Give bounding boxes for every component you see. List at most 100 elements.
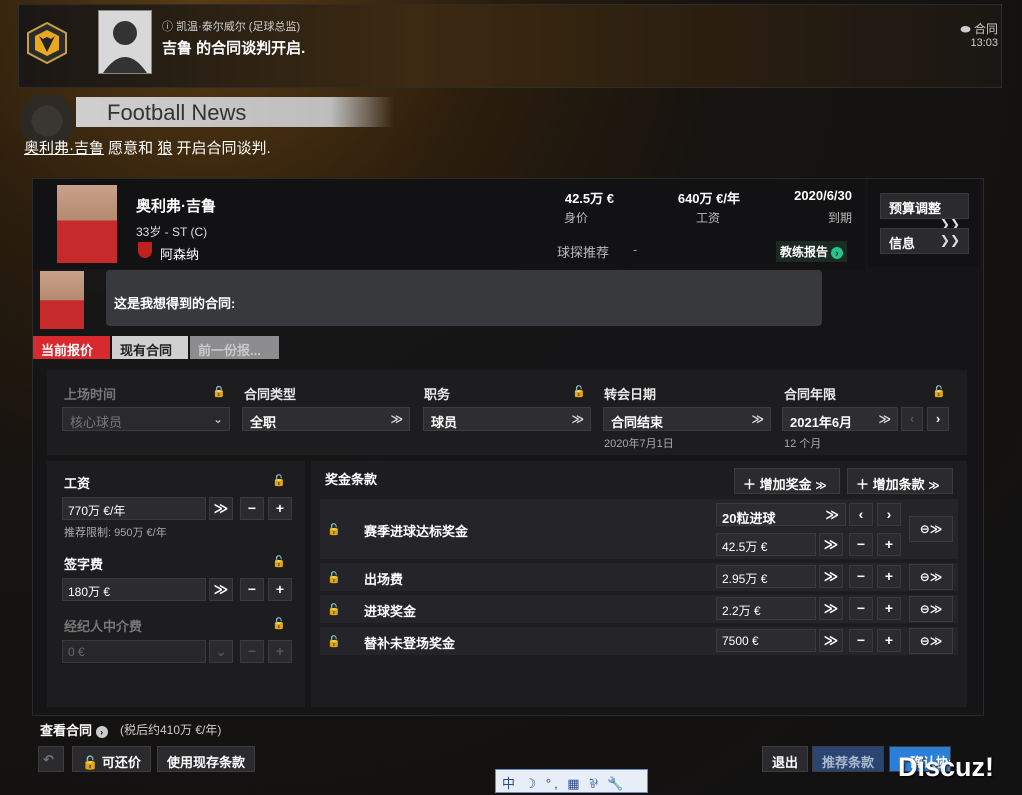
- recommend-terms-button[interactable]: 推荐条款: [812, 746, 885, 772]
- chevron-right-icon: ›: [831, 246, 844, 259]
- message-type: ⬬ 合同: [960, 20, 998, 37]
- agent-message: 这是我想得到的合同:: [114, 296, 236, 311]
- chevron-down-icon: ❯❯: [939, 233, 960, 247]
- bonus-increase-button[interactable]: +: [877, 533, 901, 556]
- unlock-icon[interactable]: 🔓: [327, 523, 341, 536]
- role-value: 球员: [431, 415, 458, 430]
- bonus-value-input[interactable]: 2.2万 €: [716, 597, 816, 620]
- tab-existing-contract[interactable]: 现有合同: [112, 336, 188, 359]
- player-wage-label: 工资: [695, 211, 720, 225]
- negotiable-button[interactable]: 🔓 可还价: [72, 746, 151, 772]
- unlock-icon[interactable]: 🔓: [272, 474, 286, 487]
- view-contract-label: 查看合同: [40, 723, 93, 738]
- next-length-button[interactable]: ›: [927, 407, 949, 431]
- remove-bonus-button[interactable]: ⊖≫: [909, 596, 953, 622]
- ime-toolbar[interactable]: 中 ☽ °, ▦ ⅌ 🔧: [495, 769, 648, 793]
- add-bonus-button[interactable]: ＋ 增加奖金 ≫: [734, 468, 840, 494]
- bonus-dropdown-button[interactable]: ≫: [819, 565, 843, 588]
- message-headline: 吉鲁 的合同谈判开启.: [162, 40, 306, 57]
- wage-decrease-button[interactable]: −: [240, 497, 264, 520]
- contract-type-label: 合同类型: [244, 387, 297, 402]
- message-sender: ⓘ 凯温·泰尔威尔 (足球总监): [162, 21, 301, 33]
- unlock-icon: 🔓: [272, 618, 286, 630]
- tab-current-offer[interactable]: 当前报价: [33, 336, 110, 359]
- use-existing-terms-button[interactable]: 使用现存条款: [157, 746, 256, 772]
- bonus-decrease-button[interactable]: −: [849, 597, 873, 620]
- contract-expiry-label: 到期: [827, 211, 852, 225]
- wage-input[interactable]: 770万 €/年: [62, 497, 206, 520]
- player-name[interactable]: 奥利弗·吉鲁: [136, 195, 216, 216]
- scout-recommendation-label: 球探推荐: [557, 245, 610, 260]
- player-club[interactable]: 阿森纳: [160, 244, 199, 263]
- signing-fee-label: 签字费: [64, 557, 104, 572]
- remove-bonus-button[interactable]: ⊖≫: [909, 516, 953, 542]
- contract-length-sub: 12 个月: [784, 438, 822, 450]
- bonus-decrease-button[interactable]: −: [849, 533, 873, 556]
- next-goals-button[interactable]: ›: [877, 503, 901, 526]
- player-wage: 640万 €/年: [677, 191, 740, 206]
- contract-length-select[interactable]: 2021年6月 ≫: [782, 407, 898, 431]
- bonus-dropdown-button[interactable]: ≫: [819, 629, 843, 652]
- unlock-icon[interactable]: 🔓: [272, 555, 286, 568]
- signing-fee-decrease-button[interactable]: −: [240, 578, 264, 601]
- watermark: Discuz!: [898, 752, 995, 782]
- agent-fee-input: 0 €: [62, 640, 206, 663]
- unlock-icon[interactable]: 🔓: [572, 385, 586, 398]
- goals-target-select[interactable]: 20粒进球 ≫: [716, 503, 846, 526]
- bonus-value-input[interactable]: 7500 €: [716, 629, 816, 652]
- chevron-right-icon: ›: [95, 726, 108, 738]
- wolves-crest-icon: [27, 22, 67, 64]
- unlock-icon[interactable]: 🔓: [327, 635, 341, 648]
- contract-type-select[interactable]: 全职 ≫: [242, 407, 410, 431]
- budget-adjust-button[interactable]: 预算调整 ❯❯: [880, 193, 969, 231]
- bonus-dropdown-button[interactable]: ≫: [819, 597, 843, 620]
- unlock-icon[interactable]: 🔓: [932, 385, 946, 398]
- add-clause-label: 增加条款: [872, 477, 925, 492]
- view-contract-link[interactable]: 查看合同 ›: [40, 720, 108, 739]
- player-avatar-small: [40, 271, 84, 329]
- player-link[interactable]: 奥利弗·吉鲁: [24, 140, 104, 157]
- wage-increase-button[interactable]: +: [268, 497, 292, 520]
- bonus-increase-button[interactable]: +: [877, 597, 901, 620]
- sender-name: 凯温·泰尔威尔 (足球总监): [176, 21, 301, 33]
- signing-fee-dropdown-button[interactable]: ≫: [209, 578, 233, 601]
- chevron-down-icon: ≫: [815, 480, 827, 492]
- role-select[interactable]: 球员 ≫: [423, 407, 591, 431]
- bonus-decrease-button[interactable]: −: [849, 565, 873, 588]
- bonus-increase-button[interactable]: +: [877, 629, 901, 652]
- exit-button[interactable]: 退出: [762, 746, 809, 772]
- bonus-value-input[interactable]: 2.95万 €: [716, 565, 816, 588]
- unlock-icon[interactable]: 🔓: [327, 603, 341, 616]
- prev-goals-button[interactable]: ‹: [849, 503, 873, 526]
- signing-fee-increase-button[interactable]: +: [268, 578, 292, 601]
- sender-avatar: [98, 10, 152, 74]
- wage-label: 工资: [64, 476, 91, 491]
- remove-bonus-button[interactable]: ⊖≫: [909, 628, 953, 654]
- signing-fee-input[interactable]: 180万 €: [62, 578, 206, 601]
- club-link[interactable]: 狼: [157, 140, 172, 157]
- budget-adjust-label: 预算调整: [889, 201, 942, 216]
- bonus-name: 赛季进球达标奖金: [364, 524, 469, 539]
- transfer-date-select[interactable]: 合同结束 ≫: [603, 407, 771, 431]
- news-text-middle: 愿意和: [104, 140, 158, 157]
- info-button[interactable]: 信息 ❯❯: [880, 228, 969, 254]
- coach-report-button[interactable]: 教练报告 ›: [776, 241, 848, 262]
- playing-time-select: 核心球员 ⌄: [62, 407, 230, 431]
- undo-button[interactable]: ↶: [38, 746, 64, 772]
- news-section-title: Football News: [107, 100, 247, 125]
- agent-fee-label: 经纪人中介费: [64, 619, 143, 634]
- wage-dropdown-button[interactable]: ≫: [209, 497, 233, 520]
- bonus-value-input[interactable]: 42.5万 €: [716, 533, 816, 556]
- player-value: 42.5万 €: [564, 191, 614, 206]
- add-clause-button[interactable]: ＋ 增加条款 ≫: [847, 468, 953, 494]
- chevron-down-icon: ≫: [751, 412, 764, 426]
- unlock-icon[interactable]: 🔓: [327, 571, 341, 584]
- chevron-down-icon: ⌄: [212, 412, 223, 426]
- bonus-decrease-button[interactable]: −: [849, 629, 873, 652]
- bonus-name: 出场费: [364, 572, 404, 587]
- bonus-dropdown-button[interactable]: ≫: [819, 533, 843, 556]
- bonus-increase-button[interactable]: +: [877, 565, 901, 588]
- prev-length-button[interactable]: ‹: [901, 407, 923, 431]
- tab-previous-offer[interactable]: 前一份报...: [190, 336, 279, 359]
- remove-bonus-button[interactable]: ⊖≫: [909, 564, 953, 590]
